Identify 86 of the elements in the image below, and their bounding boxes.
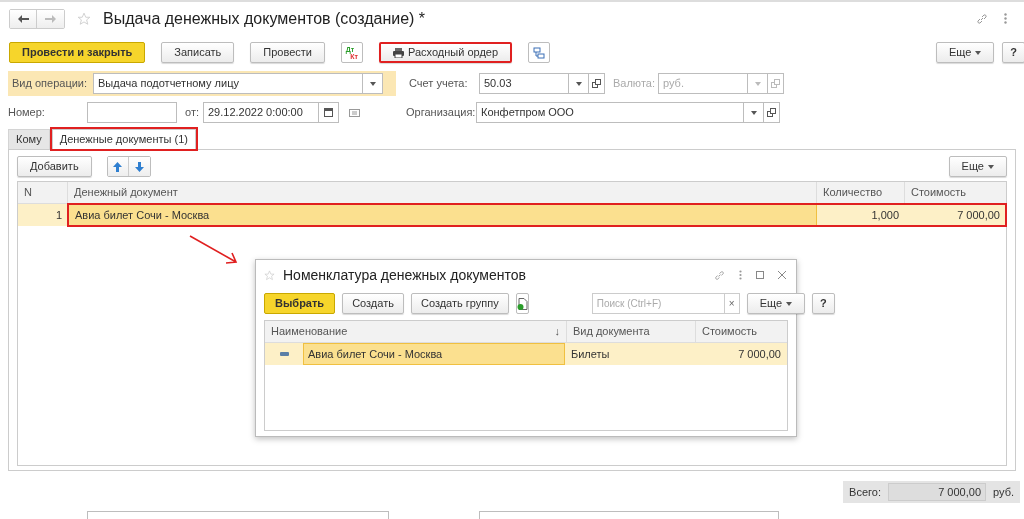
clear-button[interactable]: ×: [724, 293, 740, 314]
table-cell: Авиа билет Сочи - Москва: [303, 343, 565, 365]
comment-icon[interactable]: [349, 108, 360, 117]
caret-icon: [988, 164, 994, 169]
caret-icon: [754, 81, 761, 86]
back-button[interactable]: [10, 9, 37, 28]
window-title: Выдача денежных документов (создание) *: [103, 8, 426, 29]
date-label: от:: [185, 105, 200, 121]
number-field[interactable]: [87, 102, 177, 123]
open-icon: [767, 108, 776, 117]
toolbar-button[interactable]: Записать: [161, 42, 235, 63]
dropdown-button[interactable]: [744, 102, 764, 123]
currency-unit: руб.: [993, 484, 1014, 500]
table-cell-text: Билеты: [570, 346, 611, 362]
calendar-button[interactable]: [319, 102, 339, 123]
close-icon[interactable]: [778, 271, 786, 279]
tab[interactable]: Денежные документы (1): [51, 129, 196, 149]
add-document-icon: [516, 297, 528, 310]
date-field[interactable]: 29.12.2022 0:00:00: [203, 102, 319, 123]
caret-icon: [575, 81, 582, 86]
star-icon[interactable]: [264, 269, 275, 281]
table-cell: Авиа билет Сочи - Москва: [68, 204, 817, 226]
calendar-icon: [324, 108, 333, 117]
sort-indicator[interactable]: ↓: [554, 323, 560, 340]
dialog-title: Номенклатура денежных документов: [283, 265, 526, 285]
move-down-button[interactable]: [128, 157, 150, 176]
help-button[interactable]: ?: [812, 293, 835, 314]
column-header[interactable]: Стоимость: [905, 182, 1006, 203]
table-cell-text: 7 000,00: [737, 346, 782, 362]
hierarchy-icon: [533, 46, 546, 59]
help-button[interactable]: ?: [1002, 42, 1024, 63]
forward-arrow-icon: [45, 14, 56, 23]
move-up-button[interactable]: [107, 157, 129, 176]
select-button[interactable]: Выбрать: [264, 293, 336, 314]
more-icon[interactable]: [1004, 13, 1007, 24]
caret-icon: [369, 81, 376, 86]
arrow-drawing: [188, 234, 240, 266]
dialog-more-button[interactable]: Еще: [746, 293, 806, 314]
table-cell-text: 7 000,00: [956, 207, 1001, 223]
column-header[interactable]: N: [18, 182, 68, 203]
structure-button[interactable]: [528, 42, 551, 63]
operation-label: Вид операции:: [12, 76, 88, 92]
caret-icon: [975, 50, 982, 55]
table-more-button[interactable]: Еще: [948, 156, 1007, 177]
column-header[interactable]: Стоимость: [696, 321, 787, 342]
open-icon: [771, 79, 780, 88]
toolbar-button[interactable]: Провести: [250, 42, 325, 63]
table-cell-text: 1,000: [870, 207, 900, 223]
total-label: Всего:: [849, 484, 881, 500]
up-arrow-icon: [113, 161, 123, 172]
link-icon[interactable]: [714, 269, 725, 281]
open-button[interactable]: [589, 73, 605, 94]
more-button[interactable]: Еще: [935, 42, 995, 63]
number-label: Номер:: [8, 105, 46, 121]
total-field: 7 000,00: [888, 483, 986, 501]
operation-field[interactable]: Выдача подотчетному лицу: [93, 73, 364, 94]
dialog-button[interactable]: Создать: [342, 293, 404, 314]
back-arrow-icon: [17, 14, 29, 23]
caret-icon: [786, 301, 793, 306]
more-icon[interactable]: [739, 270, 742, 280]
account-field[interactable]: 50.03: [479, 73, 569, 94]
table-cell: 1: [18, 204, 68, 226]
open-button[interactable]: [764, 102, 780, 123]
link-icon[interactable]: [976, 12, 988, 25]
column-header[interactable]: Наименование ↓: [265, 321, 567, 342]
organization-label: Организация:: [406, 105, 476, 121]
item-icon: [279, 352, 289, 356]
post-and-close-button[interactable]: Провести и закрыть: [9, 42, 146, 63]
caret-icon: [750, 110, 757, 115]
currency-label: Валюта:: [613, 76, 656, 92]
printer-icon: [393, 47, 404, 58]
down-arrow-icon: [134, 161, 144, 172]
tab[interactable]: Кому: [8, 129, 50, 149]
open-icon: [592, 79, 601, 88]
star-icon[interactable]: [77, 11, 91, 26]
copy-button[interactable]: [515, 293, 529, 314]
column-header[interactable]: Вид документа: [567, 321, 696, 342]
dropdown-button[interactable]: [363, 73, 384, 94]
add-button[interactable]: Добавить: [17, 156, 92, 177]
print-button[interactable]: Расходный ордер: [379, 42, 513, 63]
dialog-button[interactable]: Создать группу: [410, 293, 509, 314]
account-label: Счет учета:: [409, 76, 469, 92]
catalog-row[interactable]: Авиа билет Сочи - Москва Билеты 7 000,00: [265, 343, 787, 365]
maximize-icon[interactable]: [756, 271, 764, 279]
dropdown-button[interactable]: [569, 73, 589, 94]
organization-field[interactable]: Конфетпром ООО: [476, 102, 744, 123]
